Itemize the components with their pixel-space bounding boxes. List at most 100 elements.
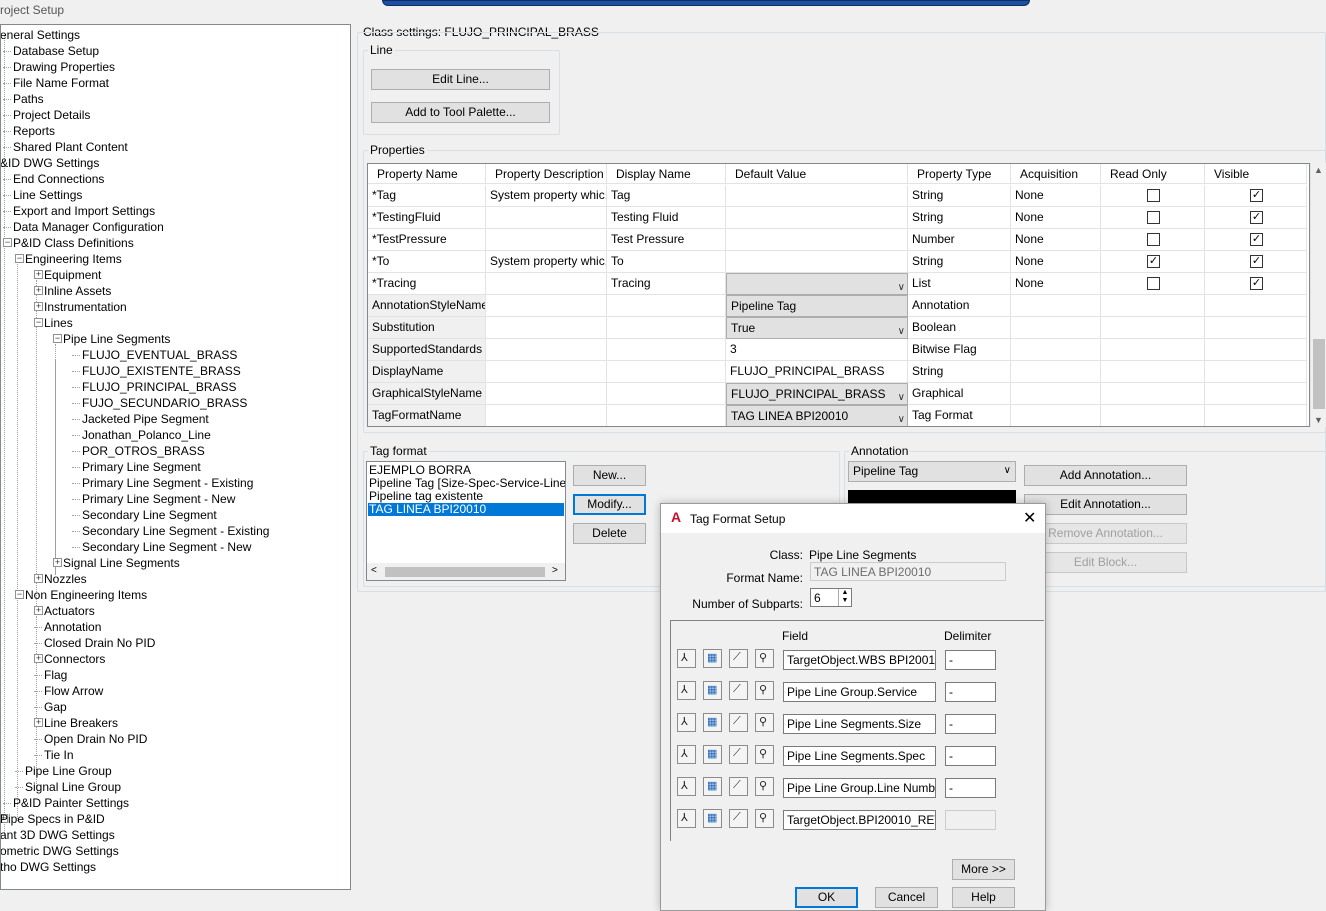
grid-column-header[interactable]: Property Name — [368, 164, 486, 184]
readonly-checkbox[interactable] — [1147, 233, 1160, 246]
tree-item[interactable]: POR_OTROS_BRASS — [82, 443, 205, 459]
tree-item[interactable]: Pipe Specs in P&ID — [1, 811, 105, 827]
field-picker-icon[interactable]: ⅄ — [677, 713, 696, 732]
grid-column-header[interactable]: Visible — [1205, 164, 1307, 184]
field-picker-icon[interactable]: ⅄ — [677, 649, 696, 668]
edit-field-icon[interactable]: ⟋ — [729, 777, 748, 796]
tree-expand-icon[interactable]: + — [34, 654, 43, 663]
subpart-delimiter-input[interactable]: - — [945, 746, 996, 766]
tree-item[interactable]: Gap — [44, 699, 67, 715]
filter-icon[interactable]: ⚲ — [755, 713, 774, 732]
tree-item[interactable]: Inline Assets — [44, 283, 111, 299]
tree-item[interactable]: FLUJO_EVENTUAL_BRASS — [82, 347, 237, 363]
field-picker-icon[interactable]: ⅄ — [677, 809, 696, 828]
add-to-tool-palette-button[interactable]: Add to Tool Palette... — [371, 102, 550, 123]
remove-annotation-button[interactable]: Remove Annotation... — [1024, 523, 1187, 544]
format-name-field[interactable]: TAG LINEA BPI20010 — [810, 562, 1006, 581]
tree-expand-icon[interactable]: + — [34, 270, 43, 279]
chevron-down-icon[interactable]: ∨ — [898, 321, 905, 338]
tree-item[interactable]: Shared Plant Content — [13, 139, 128, 155]
tag-format-list[interactable]: TAG LINEA BPI20010 Pipeline tag existente… — [366, 461, 566, 581]
subpart-field-input[interactable]: Pipe Line Segments.Spec — [783, 746, 936, 766]
tree-item[interactable]: eneral Settings — [1, 27, 80, 43]
tree-item[interactable]: Primary Line Segment - New — [82, 491, 235, 507]
edit-field-icon[interactable]: ⟋ — [729, 681, 748, 700]
template-icon[interactable]: ▦ — [703, 649, 722, 668]
chevron-down-icon[interactable]: ∨ — [898, 277, 905, 294]
tree-item[interactable]: Connectors — [44, 651, 105, 667]
subpart-delimiter-input[interactable]: - — [945, 682, 996, 702]
tree-item[interactable]: Data Manager Configuration — [13, 219, 164, 235]
filter-icon[interactable]: ⚲ — [755, 777, 774, 796]
tree-item[interactable]: Paths — [13, 91, 44, 107]
field-picker-icon[interactable]: ⅄ — [677, 681, 696, 700]
cancel-button[interactable]: Cancel — [875, 887, 938, 908]
tree-item[interactable]: Signal Line Segments — [63, 555, 180, 571]
tree-item[interactable]: FLUJO_PRINCIPAL_BRASS — [82, 379, 237, 395]
tag-format-list-item[interactable]: Pipeline tag existente — [369, 490, 483, 503]
filter-icon[interactable]: ⚲ — [755, 809, 774, 828]
tag-format-list-item[interactable]: TAG LINEA BPI20010 — [368, 503, 564, 516]
tree-expand-icon[interactable]: + — [34, 286, 43, 295]
field-picker-icon[interactable]: ⅄ — [677, 745, 696, 764]
edit-field-icon[interactable]: ⟋ — [729, 713, 748, 732]
annotation-style-select[interactable]: Pipeline Tag ∨ — [848, 461, 1016, 482]
grid-cell-default[interactable]: Pipeline Tag — [726, 295, 908, 317]
edit-field-icon[interactable]: ⟋ — [729, 745, 748, 764]
delete-tag-format-button[interactable]: Delete — [573, 523, 646, 544]
tree-item[interactable]: Tie In — [44, 747, 74, 763]
subparts-stepper[interactable]: 6 ▲ ▼ — [810, 588, 852, 607]
tree-item[interactable]: P&ID Painter Settings — [13, 795, 129, 811]
chevron-down-icon[interactable]: ∨ — [898, 409, 905, 426]
tree-expand-icon[interactable]: + — [34, 574, 43, 583]
tree-item[interactable]: Line Settings — [13, 187, 82, 203]
template-icon[interactable]: ▦ — [703, 777, 722, 796]
tree-item[interactable]: ometric DWG Settings — [1, 843, 119, 859]
tree-item[interactable]: Drawing Properties — [13, 59, 115, 75]
tree-item[interactable]: Pipe Line Group — [25, 763, 112, 779]
tree-item[interactable]: Signal Line Group — [25, 779, 121, 795]
field-picker-icon[interactable]: ⅄ — [677, 777, 696, 796]
edit-field-icon[interactable]: ⟋ — [729, 809, 748, 828]
subpart-delimiter-input[interactable]: - — [945, 714, 996, 734]
tree-item[interactable]: File Name Format — [13, 75, 109, 91]
properties-grid[interactable]: Property Name Property Description Display… — [367, 163, 1310, 427]
edit-block-button[interactable]: Edit Block... — [1024, 552, 1187, 573]
tree-expand-icon[interactable]: + — [34, 302, 43, 311]
grid-column-header[interactable]: Property Description — [486, 164, 607, 184]
filter-icon[interactable]: ⚲ — [755, 649, 774, 668]
tree-item[interactable]: Secondary Line Segment - New — [82, 539, 251, 555]
properties-scrollbar[interactable]: ▲ ▼ — [1310, 163, 1326, 427]
readonly-checkbox-checked[interactable]: ✓ — [1147, 255, 1160, 268]
tree-item[interactable]: tho DWG Settings — [1, 859, 96, 875]
tree-item[interactable]: Secondary Line Segment — [82, 507, 217, 523]
grid-cell-default[interactable] — [726, 185, 908, 207]
tree-collapse-icon[interactable]: − — [15, 254, 24, 263]
tree-expand-icon[interactable]: + — [34, 718, 43, 727]
visible-checkbox-checked[interactable]: ✓ — [1250, 233, 1263, 246]
tree-item[interactable]: End Connections — [13, 171, 104, 187]
grid-column-header[interactable]: Default Value — [726, 164, 908, 184]
grid-cell-default[interactable] — [726, 229, 908, 251]
subpart-delimiter-input[interactable]: - — [945, 650, 996, 670]
grid-column-header[interactable]: Display Name — [607, 164, 726, 184]
tree-item[interactable]: Line Breakers — [44, 715, 118, 731]
grid-column-header[interactable]: Acquisition — [1011, 164, 1101, 184]
tree-item[interactable]: Equipment — [44, 267, 101, 283]
tree-item[interactable]: Jonathan_Polanco_Line — [82, 427, 211, 443]
grid-cell-default[interactable] — [726, 207, 908, 229]
edit-field-icon[interactable]: ⟋ — [729, 649, 748, 668]
scroll-thumb[interactable] — [1313, 339, 1325, 409]
tree-expand-icon[interactable]: + — [34, 606, 43, 615]
tree-collapse-icon[interactable]: − — [15, 590, 24, 599]
tree-item[interactable]: Project Details — [13, 107, 90, 123]
tree-item[interactable]: Flow Arrow — [44, 683, 103, 699]
subpart-delimiter-input[interactable]: - — [945, 778, 996, 798]
tree-item[interactable]: Database Setup — [13, 43, 99, 59]
grid-column-header[interactable]: Read Only — [1101, 164, 1205, 184]
visible-checkbox-checked[interactable]: ✓ — [1250, 189, 1263, 202]
scroll-left-icon[interactable]: < — [371, 565, 377, 576]
template-icon[interactable]: ▦ — [703, 809, 722, 828]
scroll-right-icon[interactable]: > — [552, 565, 558, 576]
tree-item[interactable]: Pipe Line Segments — [63, 331, 170, 347]
